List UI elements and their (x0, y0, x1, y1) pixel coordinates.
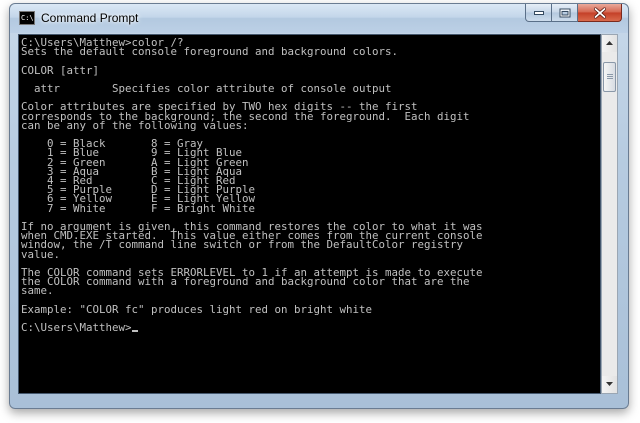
console-line: value. (21, 247, 61, 261)
command-prompt-icon[interactable]: C:\ (19, 11, 35, 25)
console-text[interactable]: C:\Users\Matthew>color /? Sets the defau… (19, 35, 600, 333)
vertical-scrollbar[interactable] (601, 34, 618, 394)
console-line: COLOR [attr] (21, 63, 100, 77)
window-controls (525, 4, 622, 23)
console-line: window, the /T command line switch or fr… (21, 238, 464, 252)
help-output-lines: Sets the default console foreground and … (21, 45, 483, 316)
scroll-up-button[interactable] (602, 35, 617, 52)
command-prompt-window: C:\ Command Prompt C:\Users\Matthew>colo… (9, 3, 629, 409)
scroll-up-arrow-icon (606, 41, 613, 45)
scroll-down-arrow-icon (606, 382, 613, 386)
maximize-button[interactable] (552, 4, 578, 22)
console-line: can be any of the following values: (21, 118, 249, 132)
console-line: 7 = White F = Bright White (21, 201, 256, 215)
thumb-grip-line (607, 78, 613, 79)
minimize-button[interactable] (525, 4, 552, 22)
console-line: attr Specifies color attribute of consol… (21, 82, 392, 96)
close-icon (593, 7, 606, 18)
scroll-down-button[interactable] (602, 376, 617, 393)
final-prompt-path: C:\Users\Matthew> (21, 321, 132, 335)
minimize-icon (533, 10, 544, 15)
console-line: the COLOR command with a foreground and … (21, 275, 470, 289)
close-button[interactable] (578, 4, 622, 22)
scrollbar-thumb[interactable] (603, 62, 616, 92)
console-line: same. (21, 284, 54, 298)
maximize-icon (559, 8, 570, 17)
window-title: Command Prompt (41, 11, 139, 25)
console-output[interactable]: C:\Users\Matthew>color /? Sets the defau… (18, 34, 601, 394)
text-cursor (131, 330, 138, 333)
console-line: Sets the default console foreground and … (21, 45, 399, 59)
title-bar[interactable]: C:\ Command Prompt (10, 4, 628, 33)
console-line: Example: "COLOR fc" produces light red o… (21, 302, 373, 316)
thumb-grip-line (607, 76, 613, 77)
thumb-grip-line (607, 74, 613, 75)
